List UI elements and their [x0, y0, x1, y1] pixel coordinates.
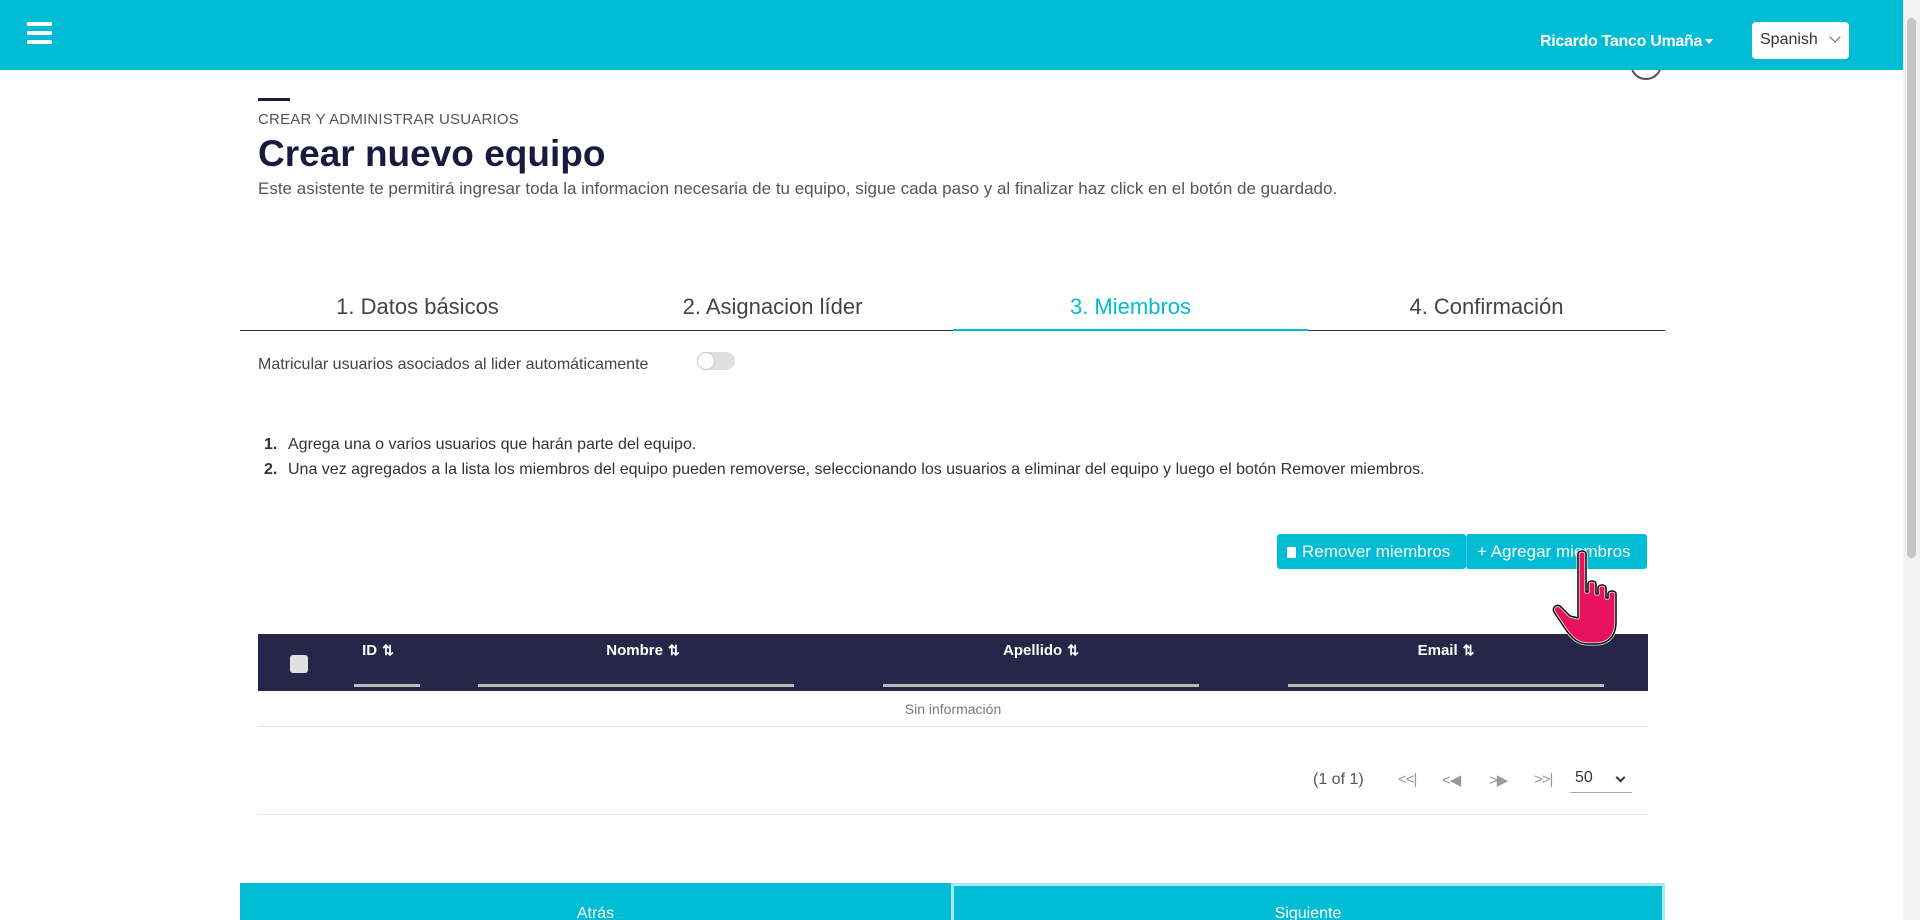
empty-table-message: Sin información	[258, 691, 1648, 727]
rows-per-page-select[interactable]: 50	[1570, 769, 1632, 793]
first-page-icon[interactable]: <<|	[1398, 771, 1417, 788]
caret-down-icon	[1705, 39, 1714, 45]
step-asignacion-lider[interactable]: 2. Asignacion líder	[595, 294, 950, 320]
column-apellido[interactable]: Apellido ⇅	[883, 642, 1199, 659]
vertical-scrollbar[interactable]	[1903, 0, 1920, 920]
page-title: Crear nuevo equipo	[258, 133, 606, 174]
toggle-knob	[698, 353, 714, 369]
auto-enroll-label: Matricular usuarios asociados al lider a…	[258, 356, 649, 373]
next-button[interactable]: Siguiente	[951, 883, 1665, 920]
back-button[interactable]: Atrás	[240, 883, 951, 920]
auto-enroll-toggle[interactable]	[697, 352, 735, 370]
step-miembros[interactable]: 3. Miembros	[953, 294, 1308, 320]
chevron-down-icon	[1829, 31, 1841, 43]
title-accent-bar	[258, 98, 290, 101]
column-filter-nombre[interactable]	[478, 684, 794, 687]
instruction-item: 1. Agrega una o varios usuarios que harán…	[264, 436, 697, 453]
breadcrumb: CREAR Y ADMINISTRAR USUARIOS	[258, 111, 519, 128]
scrollbar-thumb[interactable]	[1907, 18, 1916, 558]
step-confirmacion[interactable]: 4. Confirmación	[1308, 294, 1665, 320]
last-page-icon[interactable]: >>|	[1534, 771, 1553, 788]
user-name: Ricardo Tanco Umaña	[1540, 33, 1703, 50]
sort-icon: ⇅	[1067, 642, 1079, 658]
sort-icon: ⇅	[382, 642, 394, 658]
instructions-list: 1. Agrega una o varios usuarios que harán…	[264, 436, 1425, 486]
column-id[interactable]: ID ⇅	[350, 642, 406, 659]
column-filter-id[interactable]	[354, 684, 420, 687]
plus-icon: +	[1477, 542, 1491, 561]
language-select[interactable]: Spanish	[1752, 22, 1849, 59]
remove-members-button[interactable]: Remover miembros	[1277, 534, 1466, 569]
sort-icon: ⇅	[1462, 642, 1475, 658]
user-menu[interactable]: Ricardo Tanco Umaña	[1540, 33, 1714, 51]
trash-icon	[1287, 547, 1296, 558]
wizard-stepper: 1. Datos básicos 2. Asignacion líder 3. …	[240, 285, 1665, 331]
column-nombre[interactable]: Nombre ⇅	[478, 642, 808, 659]
sort-icon: ⇅	[667, 642, 680, 658]
active-step-indicator	[953, 329, 1308, 331]
language-value: Spanish	[1760, 31, 1818, 48]
top-bar: Ricardo Tanco Umaña Spanish	[0, 0, 1903, 70]
next-page-icon[interactable]: >▶	[1489, 771, 1508, 789]
menu-icon[interactable]	[27, 22, 52, 44]
page-description: Este asistente te permitirá ingresar tod…	[258, 179, 1338, 198]
column-filter-email[interactable]	[1288, 684, 1604, 687]
members-table-header: ID ⇅ Nombre ⇅ Apellido ⇅ Email ⇅	[258, 634, 1648, 691]
step-datos-basicos[interactable]: 1. Datos básicos	[240, 294, 595, 320]
chevron-down-icon	[1615, 772, 1626, 783]
column-email[interactable]: Email ⇅	[1288, 642, 1604, 659]
add-members-button[interactable]: + Agregar miembros	[1466, 534, 1647, 569]
select-all-checkbox[interactable]	[290, 655, 308, 673]
instruction-item: 2. Una vez agregados a la lista los miemb…	[264, 461, 1425, 478]
column-filter-apellido[interactable]	[883, 684, 1199, 687]
previous-page-icon[interactable]: <◀	[1442, 771, 1461, 789]
paginator: (1 of 1) <<| <◀ >▶ >>| 50	[258, 727, 1648, 815]
page-report: (1 of 1)	[1313, 771, 1364, 788]
